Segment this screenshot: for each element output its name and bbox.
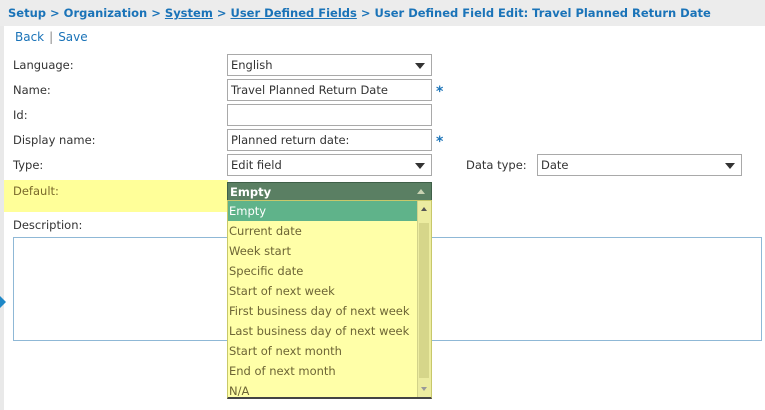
default-options-list[interactable]: Empty Current date Week start Specific d… (227, 200, 432, 399)
name-required-marker: * (436, 84, 444, 100)
language-label: Language: (13, 58, 74, 72)
default-option-specific-date[interactable]: Specific date (228, 261, 417, 281)
scrollbar-thumb[interactable] (419, 223, 429, 378)
action-separator: | (49, 30, 54, 44)
breadcrumb-separator: > (50, 6, 60, 20)
type-select[interactable]: Edit field (227, 154, 432, 176)
chevron-down-icon (415, 63, 425, 69)
chevron-up-icon (417, 189, 425, 194)
back-link[interactable]: Back (15, 30, 44, 44)
display-name-required-marker: * (436, 134, 444, 150)
type-value: Edit field (231, 158, 282, 172)
name-label: Name: (13, 83, 51, 97)
chevron-down-icon (725, 163, 735, 169)
language-value: English (231, 58, 273, 72)
breadcrumb-setup[interactable]: Setup (8, 6, 46, 20)
default-option-first-business-day-of-next-week[interactable]: First business day of next week (228, 301, 417, 321)
default-option-empty[interactable]: Empty (228, 201, 417, 221)
description-label: Description: (13, 218, 83, 232)
default-option-na[interactable]: N/A (228, 381, 417, 397)
breadcrumb: Setup > Organization > System > User Def… (0, 0, 765, 26)
scroll-down-arrow-icon[interactable] (421, 387, 427, 391)
breadcrumb-current: User Defined Field Edit: Travel Planned … (374, 6, 711, 20)
action-links: Back | Save (15, 30, 88, 44)
default-option-last-business-day-of-next-week[interactable]: Last business day of next week (228, 321, 417, 341)
breadcrumb-system[interactable]: System (165, 6, 213, 20)
breadcrumb-separator: > (216, 6, 227, 20)
type-label: Type: (13, 158, 44, 172)
default-label: Default: (13, 184, 59, 198)
panel-expand-arrow-icon[interactable] (0, 296, 6, 308)
default-option-week-start[interactable]: Week start (228, 241, 417, 261)
breadcrumb-separator: > (360, 6, 371, 20)
chevron-down-icon (415, 163, 425, 169)
data-type-label: Data type: (466, 158, 527, 172)
display-name-input[interactable]: Planned return date: (227, 129, 432, 151)
breadcrumb-organization[interactable]: Organization (64, 6, 148, 20)
data-type-select[interactable]: Date (537, 154, 742, 176)
breadcrumb-user-defined-fields[interactable]: User Defined Fields (230, 6, 356, 20)
save-link[interactable]: Save (58, 30, 87, 44)
display-name-label: Display name: (13, 133, 96, 147)
default-option-end-of-next-month[interactable]: End of next month (228, 361, 417, 381)
scroll-up-arrow-icon[interactable] (421, 207, 427, 211)
default-option-start-of-next-week[interactable]: Start of next week (228, 281, 417, 301)
default-option-current-date[interactable]: Current date (228, 221, 417, 241)
id-input[interactable] (227, 104, 432, 126)
id-label: Id: (13, 108, 28, 122)
breadcrumb-separator: > (151, 6, 161, 20)
data-type-value: Date (541, 158, 569, 172)
default-value: Empty (230, 185, 272, 199)
language-select[interactable]: English (227, 54, 432, 76)
dropdown-scrollbar[interactable] (417, 201, 431, 397)
name-input[interactable]: Travel Planned Return Date (227, 79, 432, 101)
default-option-start-of-next-month[interactable]: Start of next month (228, 341, 417, 361)
